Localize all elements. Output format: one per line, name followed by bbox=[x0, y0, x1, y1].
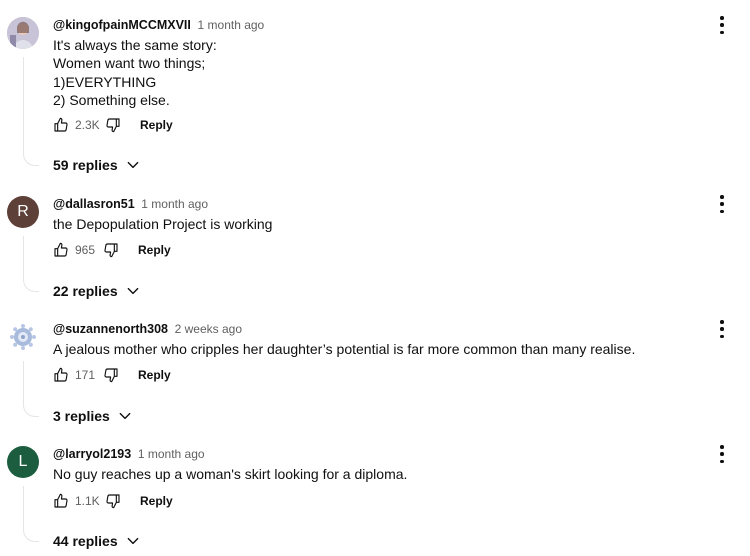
comment-timestamp[interactable]: 2 weeks ago bbox=[175, 322, 242, 336]
comment-header: @larryol2193 1 month ago bbox=[53, 446, 205, 461]
like-count: 2.3K bbox=[75, 118, 100, 132]
avatar-photo-icon bbox=[7, 17, 39, 49]
dislike-button[interactable] bbox=[105, 493, 121, 509]
menu-dot bbox=[720, 202, 724, 206]
thumbs-up-icon bbox=[54, 367, 68, 382]
thread-line bbox=[23, 486, 24, 526]
comment-actions: 2.3K Reply bbox=[53, 115, 173, 135]
menu-dot bbox=[720, 195, 724, 199]
comment-text-line: 2) Something else. bbox=[53, 92, 170, 109]
lace-pattern-icon bbox=[10, 324, 36, 350]
like-count: 965 bbox=[75, 243, 96, 257]
view-replies-button[interactable]: 59 replies bbox=[53, 157, 140, 173]
menu-dot bbox=[720, 327, 724, 331]
menu-dot bbox=[720, 445, 724, 449]
comment-text-line: 1)EVERYTHING bbox=[53, 73, 157, 90]
comment-text-line: the Depopulation Project is working bbox=[53, 216, 273, 232]
menu-dot bbox=[720, 459, 724, 463]
like-count: 1.1K bbox=[75, 494, 100, 508]
reply-button[interactable]: Reply bbox=[140, 494, 173, 508]
comment-timestamp[interactable]: 1 month ago bbox=[141, 197, 208, 211]
replies-count-label: 3 replies bbox=[53, 408, 110, 424]
chevron-down-icon bbox=[127, 537, 138, 545]
dislike-button[interactable] bbox=[105, 117, 121, 133]
avatar[interactable] bbox=[7, 321, 39, 353]
comment-actions: 965 Reply bbox=[53, 240, 171, 260]
thumbs-up-icon bbox=[54, 242, 68, 257]
chevron-down-icon bbox=[119, 412, 131, 420]
avatar-letter: R bbox=[17, 203, 29, 220]
like-button[interactable] bbox=[53, 242, 69, 258]
more-actions-button[interactable] bbox=[715, 16, 729, 34]
avatar[interactable] bbox=[7, 17, 39, 49]
chevron-down-icon bbox=[127, 287, 138, 295]
thread-line bbox=[23, 236, 24, 276]
comment-text-line: A jealous mother who cripples her daught… bbox=[53, 341, 636, 357]
like-button[interactable] bbox=[53, 367, 69, 383]
reply-button[interactable]: Reply bbox=[138, 243, 171, 257]
comment: @kingofpainMCCMXVII 1 month ago It's alw… bbox=[0, 0, 750, 180]
like-count: 171 bbox=[75, 368, 96, 382]
thread-line bbox=[23, 361, 24, 401]
reply-button[interactable]: Reply bbox=[140, 118, 173, 132]
author-name[interactable]: @larryol2193 bbox=[53, 447, 131, 461]
author-name[interactable]: @kingofpainMCCMXVII bbox=[53, 18, 191, 32]
comment-timestamp[interactable]: 1 month ago bbox=[138, 447, 205, 461]
comment-timestamp[interactable]: 1 month ago bbox=[198, 18, 265, 32]
chevron-down-icon bbox=[127, 161, 138, 169]
avatar[interactable]: L bbox=[7, 446, 39, 478]
menu-dot bbox=[720, 334, 724, 338]
comment-text: the Depopulation Project is working bbox=[53, 215, 272, 233]
author-name[interactable]: @suzannenorth308 bbox=[53, 322, 168, 336]
replies-count-label: 22 replies bbox=[53, 283, 118, 299]
menu-dot bbox=[720, 30, 724, 34]
thumbs-down-icon bbox=[104, 243, 118, 258]
menu-dot bbox=[720, 452, 724, 456]
comment-text-line: Women want two things; bbox=[53, 55, 206, 72]
thread-connector bbox=[23, 150, 39, 166]
dislike-button[interactable] bbox=[103, 367, 119, 383]
reply-button[interactable]: Reply bbox=[138, 368, 171, 382]
avatar[interactable]: R bbox=[7, 196, 39, 228]
thread-connector bbox=[23, 526, 39, 542]
menu-dot bbox=[720, 16, 724, 20]
comment-text: No guy reaches up a woman's skirt lookin… bbox=[53, 465, 407, 483]
replies-count-label: 59 replies bbox=[53, 157, 118, 173]
thumbs-down-icon bbox=[106, 118, 120, 133]
comment-text: It's always the same story: Women want t… bbox=[53, 36, 217, 110]
more-actions-button[interactable] bbox=[715, 195, 729, 213]
comment-text-line: It's always the same story: bbox=[53, 37, 217, 53]
comment-text: A jealous mother who cripples her daught… bbox=[53, 340, 635, 358]
like-button[interactable] bbox=[53, 493, 69, 509]
thread-line bbox=[23, 57, 24, 150]
comment-actions: 171 Reply bbox=[53, 365, 171, 385]
menu-dot bbox=[720, 23, 724, 27]
comment-text-line: No guy reaches up a woman's skirt lookin… bbox=[53, 466, 408, 482]
view-replies-button[interactable]: 3 replies bbox=[53, 408, 132, 424]
view-replies-button[interactable]: 44 replies bbox=[53, 533, 140, 549]
thumbs-up-icon bbox=[54, 117, 68, 132]
menu-dot bbox=[720, 320, 724, 324]
thread-connector bbox=[23, 401, 39, 417]
dislike-button[interactable] bbox=[103, 242, 119, 258]
thumbs-down-icon bbox=[104, 368, 118, 383]
thumbs-down-icon bbox=[106, 494, 120, 509]
like-button[interactable] bbox=[53, 117, 69, 133]
thread-connector bbox=[23, 276, 39, 292]
more-actions-button[interactable] bbox=[715, 320, 729, 338]
view-replies-button[interactable]: 22 replies bbox=[53, 283, 140, 299]
avatar-letter: L bbox=[18, 453, 28, 470]
thumbs-up-icon bbox=[54, 493, 68, 508]
comment-actions: 1.1K Reply bbox=[53, 491, 173, 511]
comment-header: @dallasron51 1 month ago bbox=[53, 196, 208, 211]
more-actions-button[interactable] bbox=[715, 445, 729, 463]
replies-count-label: 44 replies bbox=[53, 533, 118, 549]
comment-header: @suzannenorth308 2 weeks ago bbox=[53, 321, 242, 336]
author-name[interactable]: @dallasron51 bbox=[53, 197, 135, 211]
menu-dot bbox=[720, 209, 724, 213]
comment-header: @kingofpainMCCMXVII 1 month ago bbox=[53, 17, 264, 32]
